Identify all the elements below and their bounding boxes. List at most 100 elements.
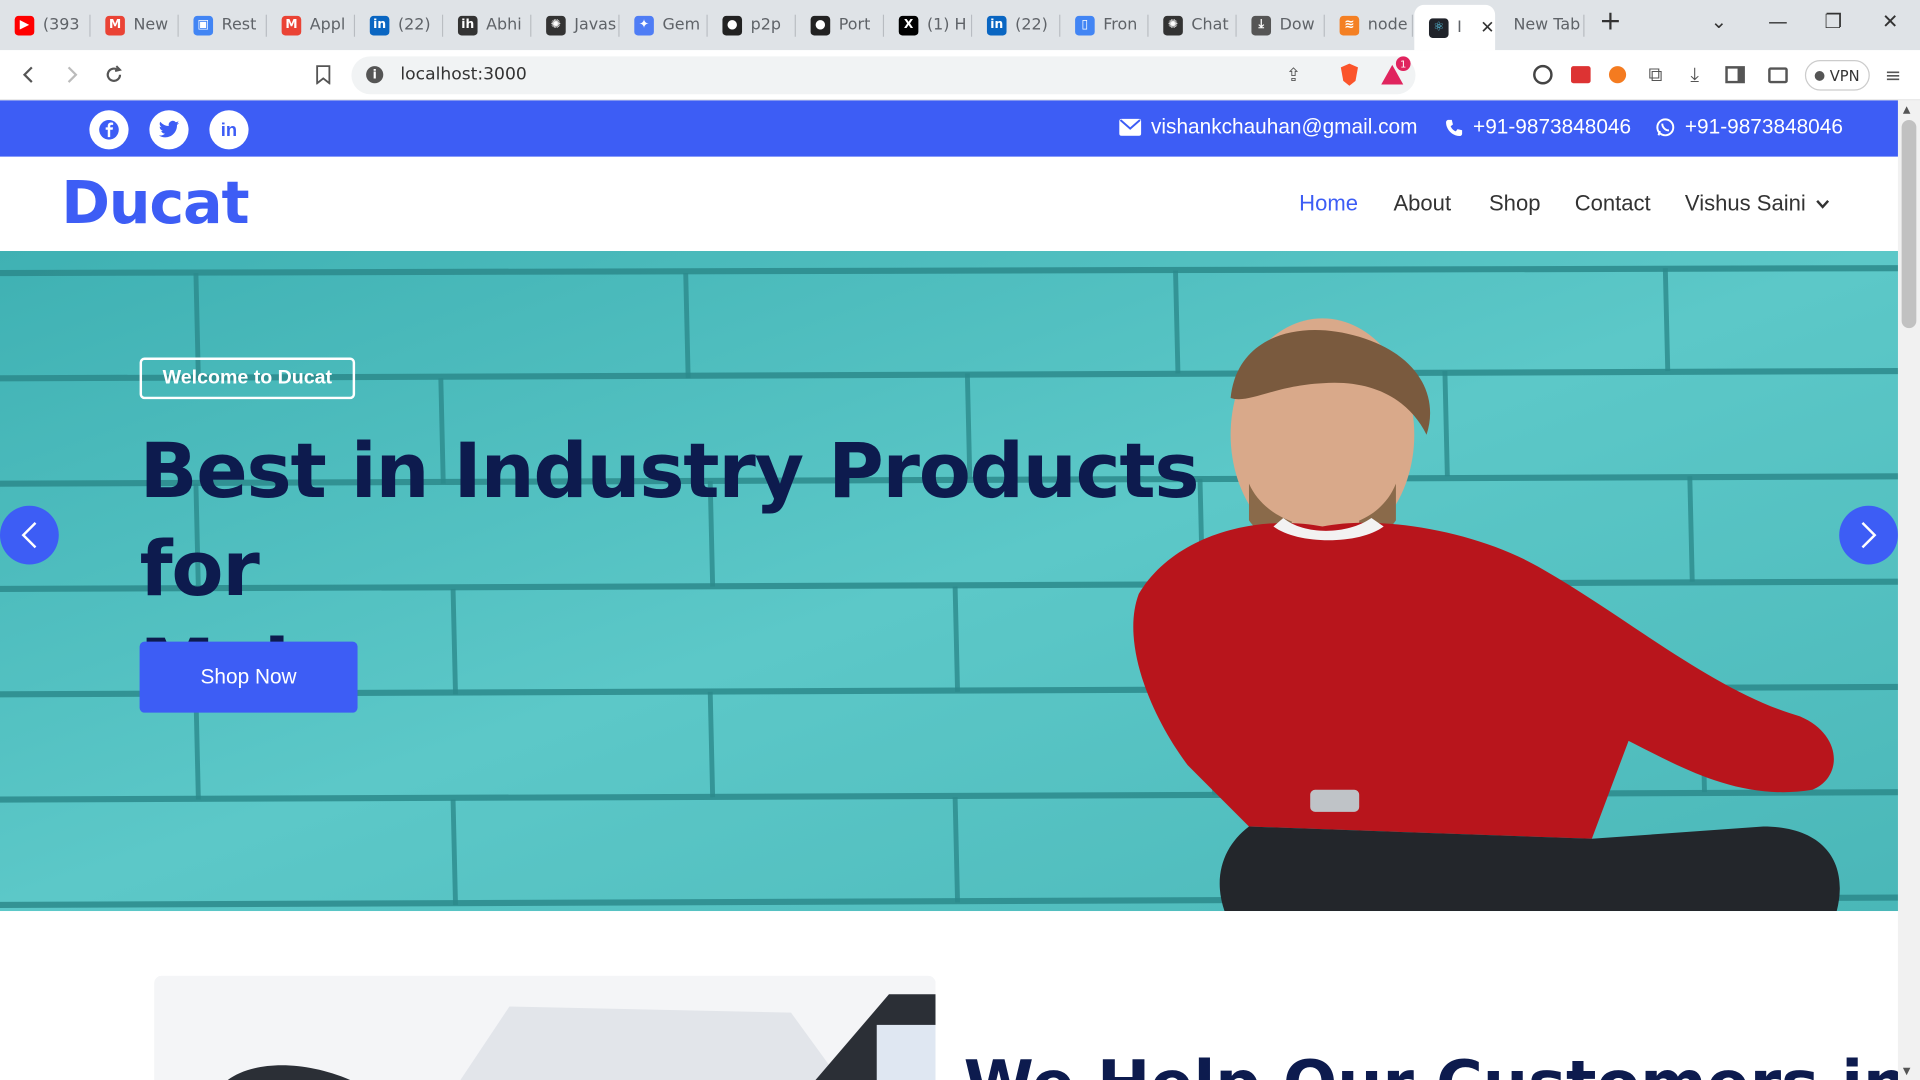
gemini-icon: ✦	[634, 15, 654, 35]
whatsapp-icon	[1656, 118, 1675, 137]
wallet-icon[interactable]	[1764, 61, 1791, 88]
browser-tab-label: Fron	[1103, 15, 1138, 35]
youtube-icon: ▶	[14, 15, 35, 35]
about-image	[154, 975, 936, 1080]
close-tab-icon[interactable]: ✕	[1480, 18, 1494, 38]
hero-carousel: Welcome to Ducat Best in Industry Produc…	[0, 251, 1898, 912]
react-icon: ⚛	[1428, 17, 1449, 38]
browser-tab-label: Port	[838, 15, 871, 35]
browser-tab-label: (393	[42, 15, 80, 35]
scroll-up-arrow[interactable]: ▲	[1903, 104, 1911, 115]
chevron-down-icon[interactable]: ⌄	[1711, 10, 1727, 33]
shop-now-button[interactable]: Shop Now	[139, 641, 358, 713]
browser-tab[interactable]: ⤓ Dow	[1237, 7, 1325, 43]
chevron-down-icon	[1815, 199, 1829, 209]
extensions-puzzle-icon[interactable]: ⧉	[1642, 61, 1669, 88]
ih-icon: ih	[457, 15, 478, 35]
chevron-right-icon	[1861, 521, 1877, 549]
linkedin-icon[interactable]: in	[209, 110, 249, 150]
bookmark-icon[interactable]	[310, 61, 337, 88]
downloads-icon[interactable]: ⤓	[1681, 61, 1708, 88]
forward-icon[interactable]	[58, 61, 85, 88]
browser-tab-label: Dow	[1279, 15, 1315, 35]
extension-b-icon[interactable]	[1567, 61, 1594, 88]
browser-tab[interactable]: M New	[91, 7, 179, 43]
browser-tab[interactable]: ● p2p	[708, 7, 796, 43]
browser-tab-label: node	[1367, 15, 1408, 35]
hero-headline-line1: Best in Industry Products for	[139, 426, 1200, 614]
site-top-bar: in vishankchauhan@gmail.com +91-98738480…	[0, 100, 1898, 157]
vpn-button[interactable]: VPN	[1804, 60, 1870, 91]
reload-icon[interactable]	[100, 61, 127, 88]
browser-tab[interactable]: ▣ Rest	[179, 7, 267, 43]
facebook-icon[interactable]	[89, 110, 129, 150]
browser-tab[interactable]: X (1) H	[884, 7, 973, 43]
nav-shop[interactable]: Shop	[1489, 191, 1540, 217]
nav-user-label: Vishus Saini	[1684, 191, 1806, 216]
browser-tab[interactable]: ✺ Javas	[531, 7, 620, 43]
menu-icon[interactable]: ≡	[1880, 61, 1907, 88]
doc-icon: ▯	[1075, 15, 1095, 35]
brave-shield-icon[interactable]	[1336, 61, 1363, 88]
nav-about[interactable]: About	[1393, 191, 1451, 217]
extension-a-icon[interactable]	[1529, 61, 1556, 88]
new-tab-plus-icon[interactable]: +	[1599, 6, 1622, 37]
share-icon[interactable]: ⇪	[1286, 64, 1301, 86]
contact-whatsapp[interactable]: +91-9873848046	[1656, 115, 1843, 139]
browser-tab[interactable]: ▯ Fron	[1060, 7, 1149, 43]
browser-tab-label: Gem	[662, 15, 701, 35]
gmail-icon: M	[105, 15, 125, 35]
browser-tab[interactable]: M Appl	[267, 7, 356, 43]
address-bar[interactable]: i localhost:3000 ⇪	[351, 56, 1416, 95]
contact-email[interactable]: vishankchauhan@gmail.com	[1119, 115, 1417, 139]
contact-phone[interactable]: +91-9873848046	[1445, 115, 1631, 139]
tab-active-label: I	[1457, 18, 1462, 37]
browser-tab[interactable]: in (22)	[972, 7, 1061, 43]
vpn-status-icon	[1815, 70, 1825, 81]
browser-tab-label: New	[133, 15, 169, 35]
back-icon[interactable]	[16, 61, 43, 88]
browser-tab[interactable]: ✺ Chat	[1149, 7, 1237, 43]
hero-badge: Welcome to Ducat	[139, 357, 356, 400]
browser-tab-label: Appl	[309, 15, 346, 35]
envelope-icon	[1119, 118, 1142, 136]
tab-new-tab[interactable]: New Tab	[1499, 7, 1585, 43]
browser-tab[interactable]: ● Port	[796, 7, 885, 43]
extension-c-icon[interactable]	[1604, 61, 1631, 88]
sidebar-icon[interactable]	[1722, 61, 1749, 88]
vpn-label: VPN	[1829, 66, 1860, 84]
site-logo[interactable]: Ducat	[61, 169, 249, 238]
github-icon: ●	[810, 15, 831, 35]
scrollbar-thumb[interactable]	[1901, 120, 1917, 329]
nav-contact[interactable]: Contact	[1575, 191, 1651, 217]
carousel-prev-button[interactable]	[0, 505, 59, 565]
linkedin-icon: in	[986, 15, 1007, 35]
browser-tab-label: (22)	[397, 15, 431, 35]
nav-user-dropdown[interactable]: Vishus Saini	[1685, 191, 1829, 217]
page-scrollbar[interactable]: ▲ ▼	[1897, 100, 1920, 1080]
browser-tab[interactable]: in (22)	[355, 7, 444, 43]
brave-rewards-icon[interactable]: 1	[1379, 56, 1411, 88]
scroll-down-arrow[interactable]: ▼	[1903, 1065, 1911, 1076]
carousel-next-button[interactable]	[1839, 505, 1898, 565]
github-icon: ●	[722, 15, 743, 35]
browser-tab[interactable]: ih Abhi	[443, 7, 532, 43]
browser-toolbar: i localhost:3000 ⇪ 1 ⧉ ⤓ VPN ≡	[0, 50, 1920, 101]
browser-tab[interactable]: ≋ node	[1325, 7, 1414, 43]
browser-tab-bar: ▶ (393 M New ▣ Rest M Appl in (22) ih Abhi ✺ Javas ✦ Ge…	[0, 0, 1920, 51]
browser-tab-label: Rest	[221, 15, 257, 35]
browser-tab-label: p2p	[750, 15, 781, 35]
site-info-icon[interactable]: i	[366, 66, 384, 84]
openai-icon: ✺	[1163, 15, 1183, 35]
minimize-icon[interactable]: —	[1768, 10, 1788, 33]
close-window-icon[interactable]: ✕	[1882, 10, 1898, 33]
browser-tab[interactable]: ▶ (393	[0, 7, 91, 43]
tab-active[interactable]: ⚛ I ✕	[1414, 4, 1496, 51]
restore-icon[interactable]: ❐	[1824, 10, 1842, 33]
email-text: vishankchauhan@gmail.com	[1151, 115, 1418, 139]
chevron-left-icon	[21, 521, 37, 549]
nav-home[interactable]: Home	[1299, 191, 1358, 217]
whatsapp-text: +91-9873848046	[1684, 115, 1843, 139]
twitter-icon[interactable]	[149, 110, 189, 150]
browser-tab[interactable]: ✦ Gem	[620, 7, 708, 43]
